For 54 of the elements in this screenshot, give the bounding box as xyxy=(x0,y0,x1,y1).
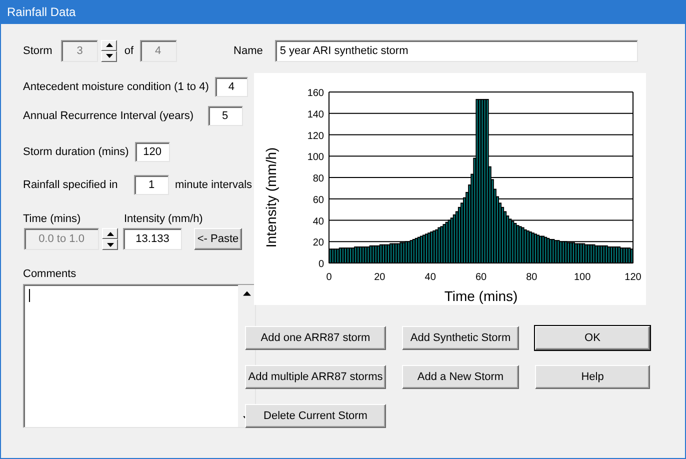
field-label: Rainfall specified in xyxy=(23,179,119,191)
input-field[interactable]: 4 xyxy=(214,77,248,97)
y-tick-label: 20 xyxy=(312,238,324,249)
dialog-button[interactable]: Add a New Storm xyxy=(402,365,519,389)
x-tick-label: 40 xyxy=(424,272,436,283)
text-cursor xyxy=(29,289,30,302)
y-tick-label: 40 xyxy=(312,216,324,228)
window-title: Rainfall Data xyxy=(7,5,76,19)
field-label: Storm duration (mins) xyxy=(23,146,129,158)
spin-up-button[interactable] xyxy=(102,228,118,239)
y-tick-label: 100 xyxy=(307,152,324,164)
input-field[interactable]: 1 xyxy=(134,175,169,195)
name-field[interactable]: 5 year ARI synthetic storm xyxy=(274,40,638,62)
field-label: Antecedent moisture condition (1 to 4) xyxy=(23,81,209,93)
down-arrow-icon xyxy=(106,242,114,246)
y-tick-label: 160 xyxy=(307,88,324,99)
comments-label: Comments xyxy=(23,268,76,280)
y-tick-label: 120 xyxy=(307,130,324,142)
y-tick-label: 80 xyxy=(312,174,324,184)
dialog-button[interactable]: Delete Current Storm xyxy=(245,404,386,428)
storm-label: Storm xyxy=(23,44,52,56)
spin-up-button[interactable] xyxy=(101,40,118,50)
x-tick-label: 20 xyxy=(374,272,386,283)
dialog-button[interactable]: Add multiple ARR87 storms xyxy=(245,365,386,389)
x-tick-label: 100 xyxy=(574,272,591,283)
input-field[interactable]: 5 xyxy=(208,106,243,126)
paste-button[interactable]: <- Paste xyxy=(194,228,242,250)
x-axis-title: Time (mins) xyxy=(444,288,518,304)
name-label: Name xyxy=(234,44,263,56)
x-tick-label: 80 xyxy=(526,272,538,283)
field-label: Intensity (mm/h) xyxy=(124,212,203,224)
y-tick-label: 140 xyxy=(307,109,324,120)
down-arrow-icon xyxy=(106,54,113,58)
up-arrow-icon xyxy=(106,232,114,236)
spin-down-button[interactable] xyxy=(102,239,118,250)
field-label: Annual Recurrence Interval (years) xyxy=(23,110,194,122)
spin-down-button[interactable] xyxy=(101,50,118,62)
field-label: Time (mins) xyxy=(23,212,82,224)
y-axis-title: Intensity (mm/h) xyxy=(263,147,279,248)
scroll-up-icon xyxy=(242,291,250,296)
intensity-field[interactable]: 13.133 xyxy=(123,228,182,250)
x-tick-label: 0 xyxy=(326,272,332,283)
field-suffix: minute intervals xyxy=(175,179,252,191)
y-tick-label: 60 xyxy=(312,194,324,206)
dialog-button[interactable]: OK xyxy=(535,326,650,350)
dialog-button[interactable]: Add Synthetic Storm xyxy=(402,326,519,350)
x-tick-label: 60 xyxy=(475,272,487,283)
up-arrow-icon xyxy=(106,43,113,47)
input-field[interactable]: 120 xyxy=(134,142,170,162)
dialog-button[interactable]: Add one ARR87 storm xyxy=(245,326,386,350)
x-tick-label: 120 xyxy=(624,272,642,283)
of-label: of xyxy=(124,44,134,56)
y-tick-label: 0 xyxy=(318,259,324,270)
dialog-button[interactable]: Help xyxy=(535,365,650,389)
